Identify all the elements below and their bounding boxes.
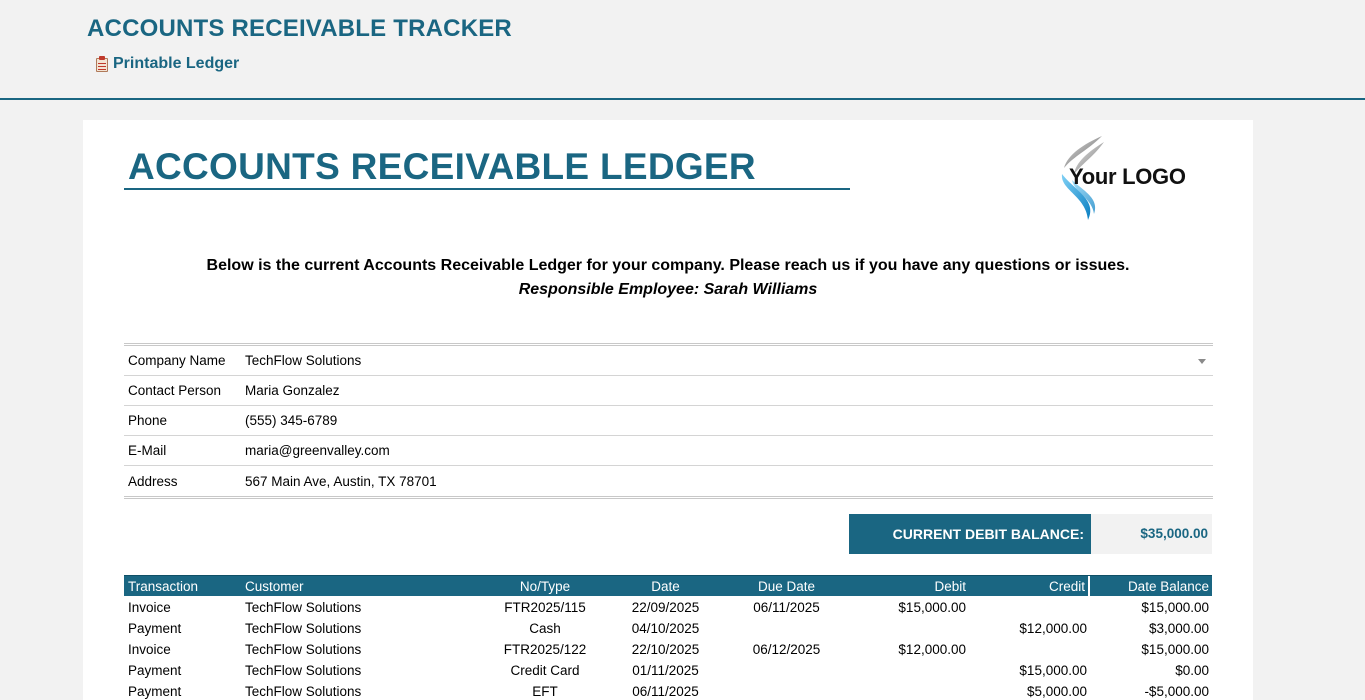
table-cell: $15,000.00 [1141,600,1209,615]
table-cell: FTR2025/115 [504,600,586,615]
table-cell: -$5,000.00 [1144,684,1209,699]
table-cell [847,660,968,681]
table-cell: 22/09/2025 [631,600,700,615]
balance-value: $35,000.00 [1091,514,1212,554]
column-header: Customer [245,579,304,594]
printable-ledger-link[interactable]: Printable Ledger [95,55,239,73]
table-cell: TechFlow Solutions [245,600,362,615]
table-cell: Payment [128,663,182,678]
table-row: Payment TechFlow Solutions EFT 06/11/202… [124,681,1212,700]
info-value: maria@greenvalley.com [245,443,390,458]
table-row: Invoice TechFlow Solutions FTR2025/122 2… [124,639,1212,660]
table-cell [726,681,847,700]
table-row: Payment TechFlow Solutions Cash 04/10/20… [124,618,1212,639]
table-cell: 06/12/2025 [752,642,821,657]
info-value: (555) 345-6789 [245,413,338,428]
info-label: Contact Person [128,383,222,398]
table-cell: TechFlow Solutions [245,621,362,636]
table-cell: EFT [532,684,558,699]
info-label: E-Mail [128,443,167,458]
table-cell [847,681,968,700]
info-label: Company Name [128,353,226,368]
column-header: No/Type [519,579,571,594]
table-cell [847,618,968,639]
printable-ledger-label: Printable Ledger [113,55,240,72]
info-value: Maria Gonzalez [245,383,340,398]
address-row: Address 567 Main Ave, Austin, TX 78701 [124,466,1213,496]
table-cell: FTR2025/122 [503,642,587,657]
table-cell: TechFlow Solutions [245,684,362,699]
table-cell: $3,000.00 [1148,621,1209,636]
table-cell: Invoice [128,642,171,657]
table-cell: $0.00 [1175,663,1209,678]
table-row: Payment TechFlow Solutions Credit Card 0… [124,660,1212,681]
table-cell: 06/11/2025 [632,684,699,699]
app-title: ACCOUNTS RECEIVABLE TRACKER [87,15,512,42]
table-cell: Payment [128,684,182,699]
table-cell: $12,000.00 [1019,621,1087,636]
info-label: Phone [128,413,168,428]
transactions-header: Transaction Customer No/Type Date Due Da… [124,575,1212,596]
app-header: ACCOUNTS RECEIVABLE TRACKER Printable Le… [0,0,1365,100]
clipboard-icon [95,56,109,72]
table-cell: $15,000.00 [898,600,966,615]
ledger-title: ACCOUNTS RECEIVABLE LEDGER [128,146,756,187]
table-cell: TechFlow Solutions [245,642,362,657]
ledger-sheet: ACCOUNTS RECEIVABLE LEDGER Your LOGO Bel… [83,120,1253,700]
table-cell: 01/11/2025 [632,663,699,678]
column-header: Due Date [757,579,816,594]
table-cell: $12,000.00 [898,642,966,657]
column-header: Date [651,579,680,594]
intro-text: Below is the current Accounts Receivable… [206,257,1130,274]
column-header: Debit [934,579,966,594]
phone-row: Phone (555) 345-6789 [124,406,1213,436]
responsible-employee: Responsible Employee: Sarah Williams [518,281,818,298]
company-name-row: Company Name TechFlow Solutions [124,346,1213,376]
table-cell: Credit Card [510,663,580,678]
column-header: Date Balance [1127,579,1209,594]
title-underline [124,188,850,190]
table-cell: TechFlow Solutions [245,663,362,678]
table-cell: 06/11/2025 [753,600,820,615]
table-cell: Cash [529,621,561,636]
table-row: Invoice TechFlow Solutions FTR2025/115 2… [124,597,1212,618]
email-row: E-Mail maria@greenvalley.com [124,436,1213,466]
table-cell: $15,000.00 [1019,663,1087,678]
table-cell: Payment [128,621,182,636]
transactions-table: Invoice TechFlow Solutions FTR2025/115 2… [124,597,1212,700]
contact-person-row: Contact Person Maria Gonzalez [124,376,1213,406]
table-cell: 22/10/2025 [631,642,700,657]
table-cell: $15,000.00 [1141,642,1209,657]
table-cell [968,639,1090,660]
balance-label: CURRENT DEBIT BALANCE: [849,514,1091,554]
table-cell [726,618,847,639]
column-header: Transaction [128,579,199,594]
table-cell: 04/10/2025 [631,621,700,636]
company-name-select[interactable]: TechFlow Solutions [245,353,1213,368]
company-logo: Your LOGO [1058,134,1198,222]
chevron-down-icon[interactable] [1198,359,1206,364]
logo-text: Your LOGO [1069,164,1186,189]
column-header: Credit [968,576,1090,596]
table-cell: $5,000.00 [1026,684,1087,699]
table-cell [968,597,1090,618]
info-value: 567 Main Ave, Austin, TX 78701 [245,473,437,489]
table-cell [726,660,847,681]
company-info-table: Company Name TechFlow Solutions Contact … [124,343,1213,499]
info-label: Address [128,473,178,489]
table-cell: Invoice [128,600,171,615]
